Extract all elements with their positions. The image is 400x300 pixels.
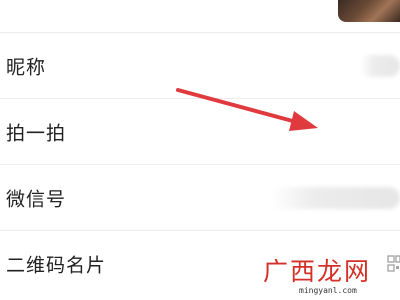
row-label-qr-card: 二维码名片 [6, 254, 107, 276]
row-pat[interactable]: 拍一拍 [0, 98, 400, 164]
watermark-text: 广西龙网 [263, 257, 372, 286]
avatar-row[interactable] [0, 0, 400, 30]
profile-settings-screen: 昵称 拍一拍 微信号 二维码名片 广西龙网 mingyanl.com [0, 0, 400, 300]
row-wechat-id[interactable]: 微信号 [0, 164, 400, 230]
avatar[interactable] [338, 0, 400, 22]
row-label-wechat-id: 微信号 [6, 188, 67, 210]
watermark: 广西龙网 mingyanl.com [263, 250, 391, 298]
wechat-id-value-blurred [270, 186, 400, 209]
watermark-url: mingyanl.com [299, 286, 357, 295]
row-nickname[interactable]: 昵称 [0, 32, 400, 98]
row-label-pat: 拍一拍 [6, 122, 67, 144]
row-label-nickname: 昵称 [6, 56, 47, 78]
nickname-value-blurred [360, 54, 400, 77]
